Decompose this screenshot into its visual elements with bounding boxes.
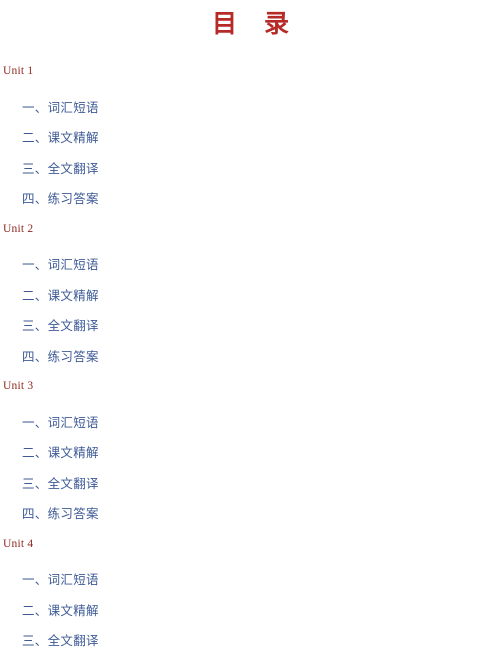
toc-entry[interactable]: 一、词汇短语: [3, 101, 502, 115]
toc-entry[interactable]: 一、词汇短语: [3, 259, 502, 272]
spacer: [3, 302, 502, 320]
toc-unit-heading[interactable]: Unit 3: [3, 380, 502, 393]
toc-entry[interactable]: 三、全文翻译: [3, 162, 502, 176]
toc-entry[interactable]: 三、全文翻译: [3, 477, 502, 491]
toc-entry[interactable]: 二、课文精解: [3, 289, 502, 303]
toc-entry[interactable]: 四、练习答案: [3, 508, 502, 521]
toc-unit-item-list: 一、词汇短语 二、课文精解 三、全文翻译: [3, 574, 502, 648]
spacer: [3, 114, 502, 132]
toc-unit-section: Unit 1 一、词汇短语 二、课文精解 三、全文翻译 四、练习答案: [3, 65, 502, 224]
toc-entry[interactable]: 一、词汇短语: [3, 416, 502, 430]
spacer: [3, 175, 502, 193]
toc-entry[interactable]: 二、课文精解: [3, 604, 502, 618]
toc-unit-section: Unit 3 一、词汇短语 二、课文精解 三、全文翻译 四、练习答案: [3, 380, 502, 539]
spacer: [3, 460, 502, 478]
table-of-contents: Unit 1 一、词汇短语 二、课文精解 三、全文翻译 四、练习答案 Unit 2 一、词汇…: [0, 65, 502, 648]
spacer: [3, 333, 502, 351]
spacer: [3, 490, 502, 508]
toc-unit-heading[interactable]: Unit 2: [3, 223, 502, 236]
toc-unit-item-list: 一、词汇短语 二、课文精解 三、全文翻译 四、练习答案: [3, 259, 502, 363]
spacer: [3, 617, 502, 635]
page-title: 目 录: [211, 10, 290, 38]
toc-entry[interactable]: 二、课文精解: [3, 132, 502, 145]
toc-entry[interactable]: 四、练习答案: [3, 193, 502, 206]
toc-entry[interactable]: 四、练习答案: [3, 350, 502, 364]
toc-entry[interactable]: 三、全文翻译: [3, 320, 502, 333]
toc-unit-heading[interactable]: Unit 4: [3, 538, 502, 551]
toc-unit-heading[interactable]: Unit 1: [3, 65, 502, 78]
toc-page: 目 录 Unit 1 一、词汇短语 二、课文精解 三、全文翻译 四、练习答案 Unit 2…: [0, 0, 502, 649]
toc-unit-item-list: 一、词汇短语 二、课文精解 三、全文翻译 四、练习答案: [3, 101, 502, 206]
toc-unit-item-list: 一、词汇短语 二、课文精解 三、全文翻译 四、练习答案: [3, 416, 502, 521]
spacer: [3, 272, 502, 290]
toc-entry[interactable]: 三、全文翻译: [3, 635, 502, 648]
spacer: [3, 587, 502, 605]
toc-unit-section: Unit 2 一、词汇短语 二、课文精解 三、全文翻译 四、练习答案: [3, 223, 502, 382]
toc-entry[interactable]: 一、词汇短语: [3, 574, 502, 587]
spacer: [3, 145, 502, 163]
toc-entry[interactable]: 二、课文精解: [3, 447, 502, 460]
spacer: [3, 429, 502, 447]
toc-unit-section: Unit 4 一、词汇短语 二、课文精解 三、全文翻译: [3, 538, 502, 648]
